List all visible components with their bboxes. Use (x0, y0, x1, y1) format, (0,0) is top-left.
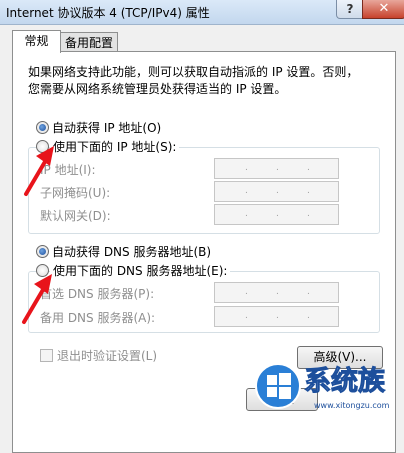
close-icon: ✕ (378, 1, 390, 16)
dns-auto-label: 自动获得 DNS 服务器地址(B) (52, 245, 212, 259)
description-text: 如果网络支持此功能，则可以获取自动指派的 IP 设置。否则， 您需要从网络系统管… (28, 64, 378, 98)
watermark-url: www.xitongzu.com (314, 401, 390, 410)
description-line-1: 如果网络支持此功能，则可以获取自动指派的 IP 设置。否则， (28, 65, 359, 79)
alternate-dns-field: ... (214, 306, 339, 327)
preferred-dns-field: ... (214, 282, 339, 303)
validate-label: 退出时验证设置(L) (57, 349, 158, 363)
window-title: Internet 协议版本 4 (TCP/IPv4) 属性 (6, 6, 210, 20)
ip-auto-radio[interactable] (36, 121, 49, 134)
watermark-text: 系统族 (304, 365, 386, 397)
ip-auto-label: 自动获得 IP 地址(O) (52, 121, 162, 135)
tab-alternate-configuration[interactable]: 备用配置 (60, 32, 118, 53)
validate-checkbox[interactable] (40, 349, 53, 362)
annotation-arrow-ip (24, 146, 54, 196)
annotation-arrow-dns (22, 274, 52, 324)
windows-logo-icon (255, 363, 301, 409)
dns-manual-label: 使用下面的 DNS 服务器地址(E): (50, 262, 231, 279)
ip-manual-label: 使用下面的 IP 地址(S): (50, 138, 180, 155)
help-button[interactable]: ? (336, 0, 364, 19)
tab-general[interactable]: 常规 (12, 30, 61, 53)
ip-address-field: ... (214, 158, 339, 179)
default-gateway-label: 默认网关(D): (40, 209, 111, 223)
watermark-logo: 系统族 www.xitongzu.com (255, 363, 390, 410)
close-button[interactable]: ✕ (362, 0, 404, 19)
subnet-mask-field: ... (214, 181, 339, 202)
description-line-2: 您需要从网络系统管理员处获得适当的 IP 设置。 (28, 82, 287, 96)
default-gateway-field: ... (214, 204, 339, 225)
dns-auto-radio[interactable] (36, 245, 49, 258)
help-icon: ? (346, 2, 354, 16)
